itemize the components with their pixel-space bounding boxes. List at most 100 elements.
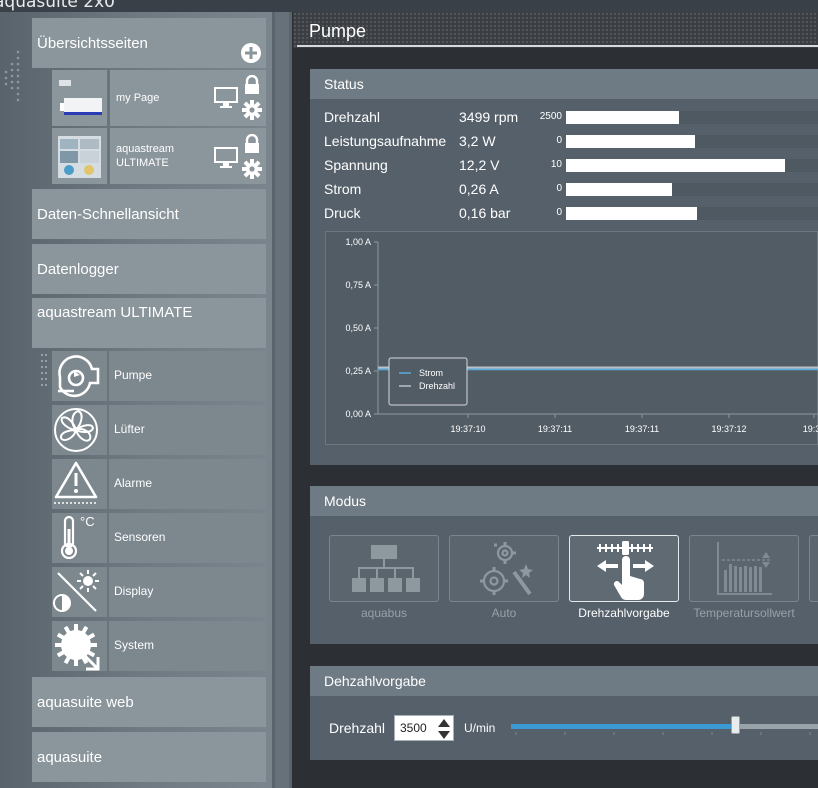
chart-y-tick-label: 0,50 A — [345, 323, 371, 333]
page-label-line2: ULTIMATE — [116, 157, 169, 169]
nav-device-label: aquastream ULTIMATE — [37, 304, 193, 321]
mode-aquabus-button[interactable] — [329, 535, 439, 602]
lock-icon[interactable] — [243, 134, 261, 154]
nav-quickview[interactable]: Daten-Schnellansicht — [32, 189, 266, 239]
monitor-icon[interactable] — [214, 87, 238, 109]
status-row-value: 3,2 W — [459, 133, 496, 149]
page-preview-image — [58, 136, 101, 178]
mode-auto-button[interactable] — [449, 535, 559, 602]
status-bar-fill — [566, 159, 786, 172]
device-item-label: Sensoren — [114, 530, 166, 544]
device-item-pumpe[interactable]: Pumpe — [52, 351, 266, 401]
page-preview-image — [59, 80, 102, 115]
speed-slider-fill — [511, 724, 736, 729]
status-bar-track — [566, 135, 818, 148]
page-title: Pumpe — [309, 21, 367, 41]
device-item-luefter[interactable]: Lüfter — [52, 405, 266, 455]
spinner-arrows-icon[interactable] — [437, 718, 451, 740]
speed-value: 3500 — [400, 721, 427, 735]
device-item-alarme[interactable]: Alarme — [52, 459, 266, 509]
device-item-sensoren[interactable]: °C Sensoren — [52, 513, 266, 563]
sidebar-grip-icon — [4, 50, 20, 102]
status-bar-fill — [566, 135, 695, 148]
status-row: Druck 0,16 bar 0 — [324, 205, 818, 225]
chart-y-tick-label: 0,25 A — [345, 366, 371, 376]
device-item-label: Alarme — [114, 476, 153, 490]
chart-legend-label: Strom — [419, 368, 443, 378]
status-bar-track — [566, 111, 818, 124]
auto-gears-icon — [480, 542, 533, 596]
pump-icon — [58, 355, 100, 398]
status-row-name: Spannung — [324, 157, 388, 173]
status-row-min: 0 — [556, 207, 562, 218]
speed-spinbox[interactable]: 3500 — [394, 715, 454, 741]
overview-page-aquastream[interactable]: aquastream ULTIMATE — [52, 128, 266, 184]
chart-y-tick-label: 0,00 A — [345, 409, 371, 419]
chart-x-tick-label: 19:37:11 — [538, 424, 572, 434]
mode-drehzahlvorgabe-button[interactable] — [569, 535, 679, 602]
device-item-system[interactable]: System — [52, 621, 266, 671]
status-row-min: 2500 — [539, 111, 562, 122]
status-row-name: Leistungsaufnahme — [324, 133, 447, 149]
modus-panel-header: Modus — [310, 486, 818, 516]
lock-icon[interactable] — [243, 75, 261, 95]
nav-datalogger-label: Datenlogger — [37, 261, 119, 278]
nav-aquasuite[interactable]: aquasuite — [32, 732, 266, 782]
status-bar-track — [566, 159, 818, 172]
chart-x-tick-label: 19:37:11 — [625, 424, 659, 434]
status-row-min: 0 — [556, 183, 562, 194]
gear-icon[interactable] — [242, 100, 262, 120]
active-grip-icon — [40, 353, 48, 387]
status-bar-track — [566, 207, 818, 220]
app-title: aquasuite 2x0 — [0, 0, 115, 12]
page-header — [293, 12, 818, 48]
temperature-unit: °C — [80, 514, 95, 529]
gear-icon[interactable] — [242, 159, 262, 179]
nav-datalogger[interactable]: Datenlogger — [32, 244, 266, 294]
nav-aquasuite-web-label: aquasuite web — [37, 694, 134, 711]
overview-page-my-page[interactable]: my Page — [52, 70, 266, 126]
status-row-value: 3499 rpm — [459, 109, 519, 125]
display-icon — [53, 570, 99, 612]
chart-y-tick-label: 0,75 A — [345, 280, 371, 290]
alarm-icon — [54, 461, 98, 504]
speed-label: Drehzahl — [329, 720, 386, 736]
sidebar-scrollbar[interactable] — [272, 12, 292, 788]
add-page-icon[interactable] — [240, 42, 262, 64]
device-item-label: Pumpe — [114, 368, 153, 382]
mode-temperatursollwert-button[interactable] — [689, 535, 799, 602]
page-label-line1: aquastream — [116, 143, 175, 155]
mode-temperatursollwert-label: Temperatursollwert — [693, 606, 795, 620]
nav-device[interactable]: aquastream ULTIMATE — [32, 298, 266, 348]
fan-icon — [54, 408, 98, 452]
header-divider — [297, 45, 818, 47]
speed-slider[interactable] — [511, 716, 818, 734]
slider-hand-icon — [597, 541, 654, 600]
nav-aquasuite-web[interactable]: aquasuite web — [32, 677, 266, 727]
modus-title: Modus — [324, 493, 367, 509]
status-bar-fill — [566, 207, 698, 220]
device-item-display[interactable]: Display — [52, 567, 266, 617]
speed-slider-ticks — [515, 732, 811, 735]
status-row-name: Druck — [324, 205, 361, 221]
status-bar-fill — [566, 111, 680, 124]
status-bar-track — [566, 183, 818, 196]
speed-unit: U/min — [464, 721, 496, 735]
chart-y-tick-label: 1,00 A — [345, 237, 371, 247]
device-item-label: Display — [114, 584, 154, 598]
status-row: Drehzahl 3499 rpm 2500 — [324, 109, 818, 129]
temperature-chart-icon — [717, 542, 772, 595]
status-row-value: 12,2 V — [459, 157, 500, 173]
sidebar-scroll-thumb[interactable] — [275, 12, 289, 788]
monitor-icon[interactable] — [214, 147, 238, 169]
history-chart: 1,00 A 0,75 A 0,50 A 0,25 A 0,00 A 19:37:10 19… — [325, 231, 818, 445]
chart-x-tick-label: 19:37 — [803, 424, 818, 434]
nav-overview-label: Übersichtsseiten — [37, 35, 148, 52]
status-row-value: 0,26 A — [459, 181, 499, 197]
status-row-name: Strom — [324, 181, 362, 197]
mode-aquabus-label: aquabus — [360, 606, 408, 620]
nav-overview-pages[interactable]: Übersichtsseiten — [32, 18, 266, 68]
page-label: my Page — [116, 92, 160, 104]
mode-next-button[interactable] — [809, 535, 818, 602]
device-item-label: System — [114, 638, 155, 652]
